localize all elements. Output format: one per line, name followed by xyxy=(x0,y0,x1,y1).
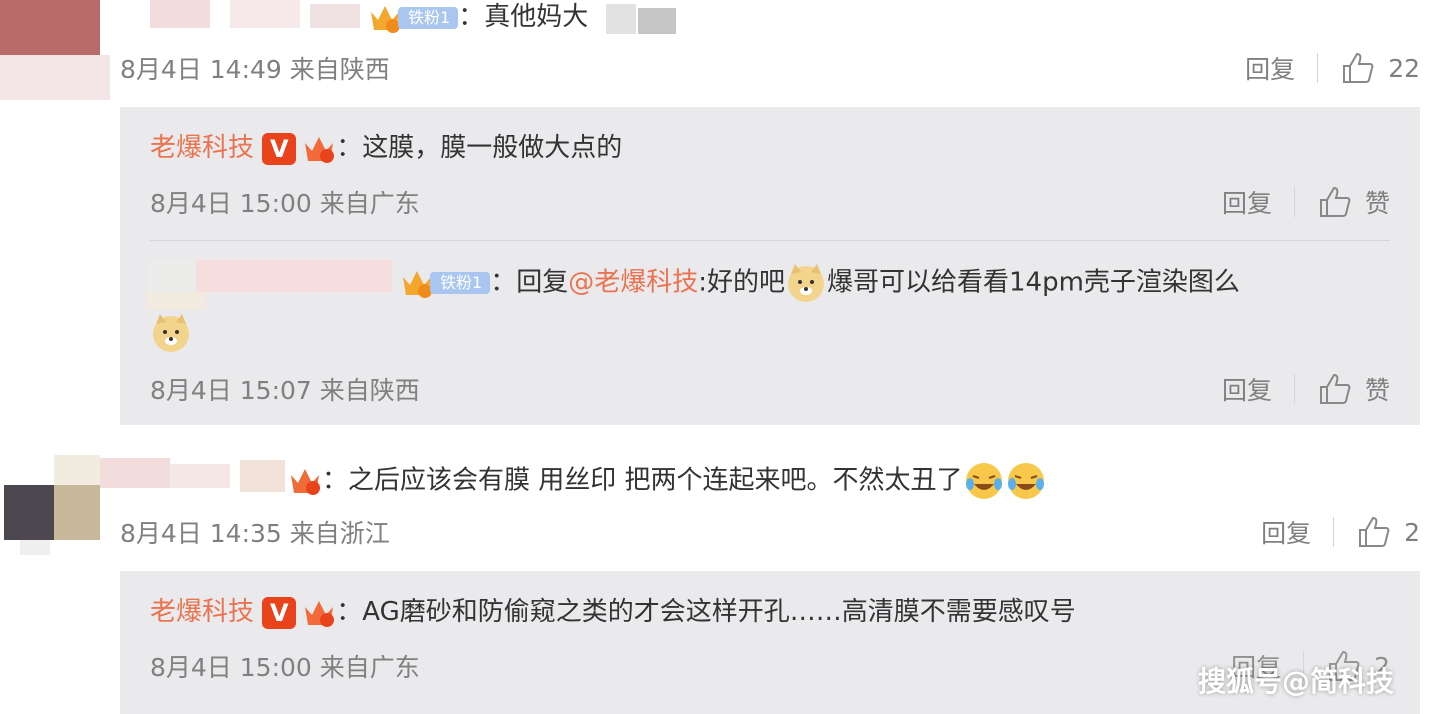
reply-text: 这膜，膜一般做大点的 xyxy=(362,133,623,163)
reply-meta: 8月4日 15:07 来自陕西 xyxy=(150,376,420,405)
doge-emoji xyxy=(788,264,824,302)
crown-icon xyxy=(371,5,400,33)
username-obscured[interactable] xyxy=(100,458,285,494)
crown-icon xyxy=(305,600,335,627)
text-obscured xyxy=(606,4,701,34)
username-obscured[interactable] xyxy=(120,0,360,30)
thumb-up-icon[interactable] xyxy=(1340,50,1376,86)
author-link[interactable]: 老爆科技 xyxy=(150,133,254,163)
reply-1-line: 老爆科技 V ：这膜，膜一般做大点的 xyxy=(150,132,623,165)
like-count[interactable]: 22 xyxy=(1388,54,1420,83)
comment-text: 之后应该会有膜 用丝印 把两个连起来吧。不然太丑了 xyxy=(348,465,963,496)
comment-2-line: ：之后应该会有膜 用丝印 把两个连起来吧。不然太丑了 xyxy=(288,460,1047,502)
reply-button[interactable]: 回复 xyxy=(1261,514,1311,550)
divider xyxy=(150,240,1390,241)
like-count[interactable]: 2 xyxy=(1404,518,1420,547)
crown-icon xyxy=(305,136,335,163)
reply-3-line: 老爆科技 V ：AG磨砂和防偷窥之类的才会这样开孔……高清膜不需要感叹号 xyxy=(150,596,1076,629)
comment-text: 真他妈大 xyxy=(484,2,589,32)
reply-actions: 回复 赞 xyxy=(1222,184,1390,220)
like-button[interactable]: 赞 xyxy=(1365,184,1390,220)
author-link[interactable]: 老爆科技 xyxy=(150,597,254,627)
crown-icon xyxy=(403,271,432,298)
thumb-up-icon[interactable] xyxy=(1356,514,1392,550)
divider xyxy=(1333,517,1335,547)
reply-text: AG磨砂和防偷窥之类的才会这样开孔……高清膜不需要感叹号 xyxy=(362,597,1076,627)
crown-icon xyxy=(291,469,320,495)
reply-meta: 8月4日 15:00 来自广东 xyxy=(150,653,420,682)
username-obscured[interactable] xyxy=(112,256,392,310)
reply-actions: 回复 赞 xyxy=(1222,371,1390,407)
verified-icon: V xyxy=(262,132,297,165)
doge-emoji xyxy=(153,314,189,352)
reply-2-line: 铁粉1 ：回复@老爆科技:好的吧 爆哥可以给看看14pm壳子渲染图么 xyxy=(400,262,1240,304)
reply-button[interactable]: 回复 xyxy=(1245,50,1295,86)
fan-badge: 铁粉1 xyxy=(368,2,459,34)
comment-meta: 8月4日 14:49 来自陕西 xyxy=(120,55,390,84)
comment-1-line: 铁粉1 ：真他妈大 xyxy=(368,0,589,34)
like-button[interactable]: 赞 xyxy=(1365,371,1390,407)
reply-button[interactable]: 回复 xyxy=(1222,184,1272,220)
reply-button[interactable]: 回复 xyxy=(1222,371,1272,407)
laugh-cry-emoji xyxy=(965,463,1002,499)
avatar[interactable] xyxy=(0,455,110,555)
reply-meta: 8月4日 15:00 来自广东 xyxy=(150,189,420,218)
comment-actions: 回复 22 xyxy=(1245,50,1420,86)
watermark: 搜狐号@简科技 xyxy=(1197,665,1394,698)
divider xyxy=(1293,374,1295,404)
divider xyxy=(1293,187,1295,217)
comment-actions: 回复 2 xyxy=(1261,514,1420,550)
comment-meta: 8月4日 14:35 来自浙江 xyxy=(120,519,390,548)
avatar[interactable] xyxy=(0,0,110,105)
divider xyxy=(1317,53,1319,83)
thumb-up-icon[interactable] xyxy=(1317,184,1353,220)
thumb-up-icon[interactable] xyxy=(1317,371,1353,407)
mention-link[interactable]: @老爆科技 xyxy=(568,268,698,298)
verified-icon: V xyxy=(262,596,297,629)
laugh-cry-emoji xyxy=(1007,463,1044,499)
fan-badge: 铁粉1 xyxy=(400,267,491,299)
